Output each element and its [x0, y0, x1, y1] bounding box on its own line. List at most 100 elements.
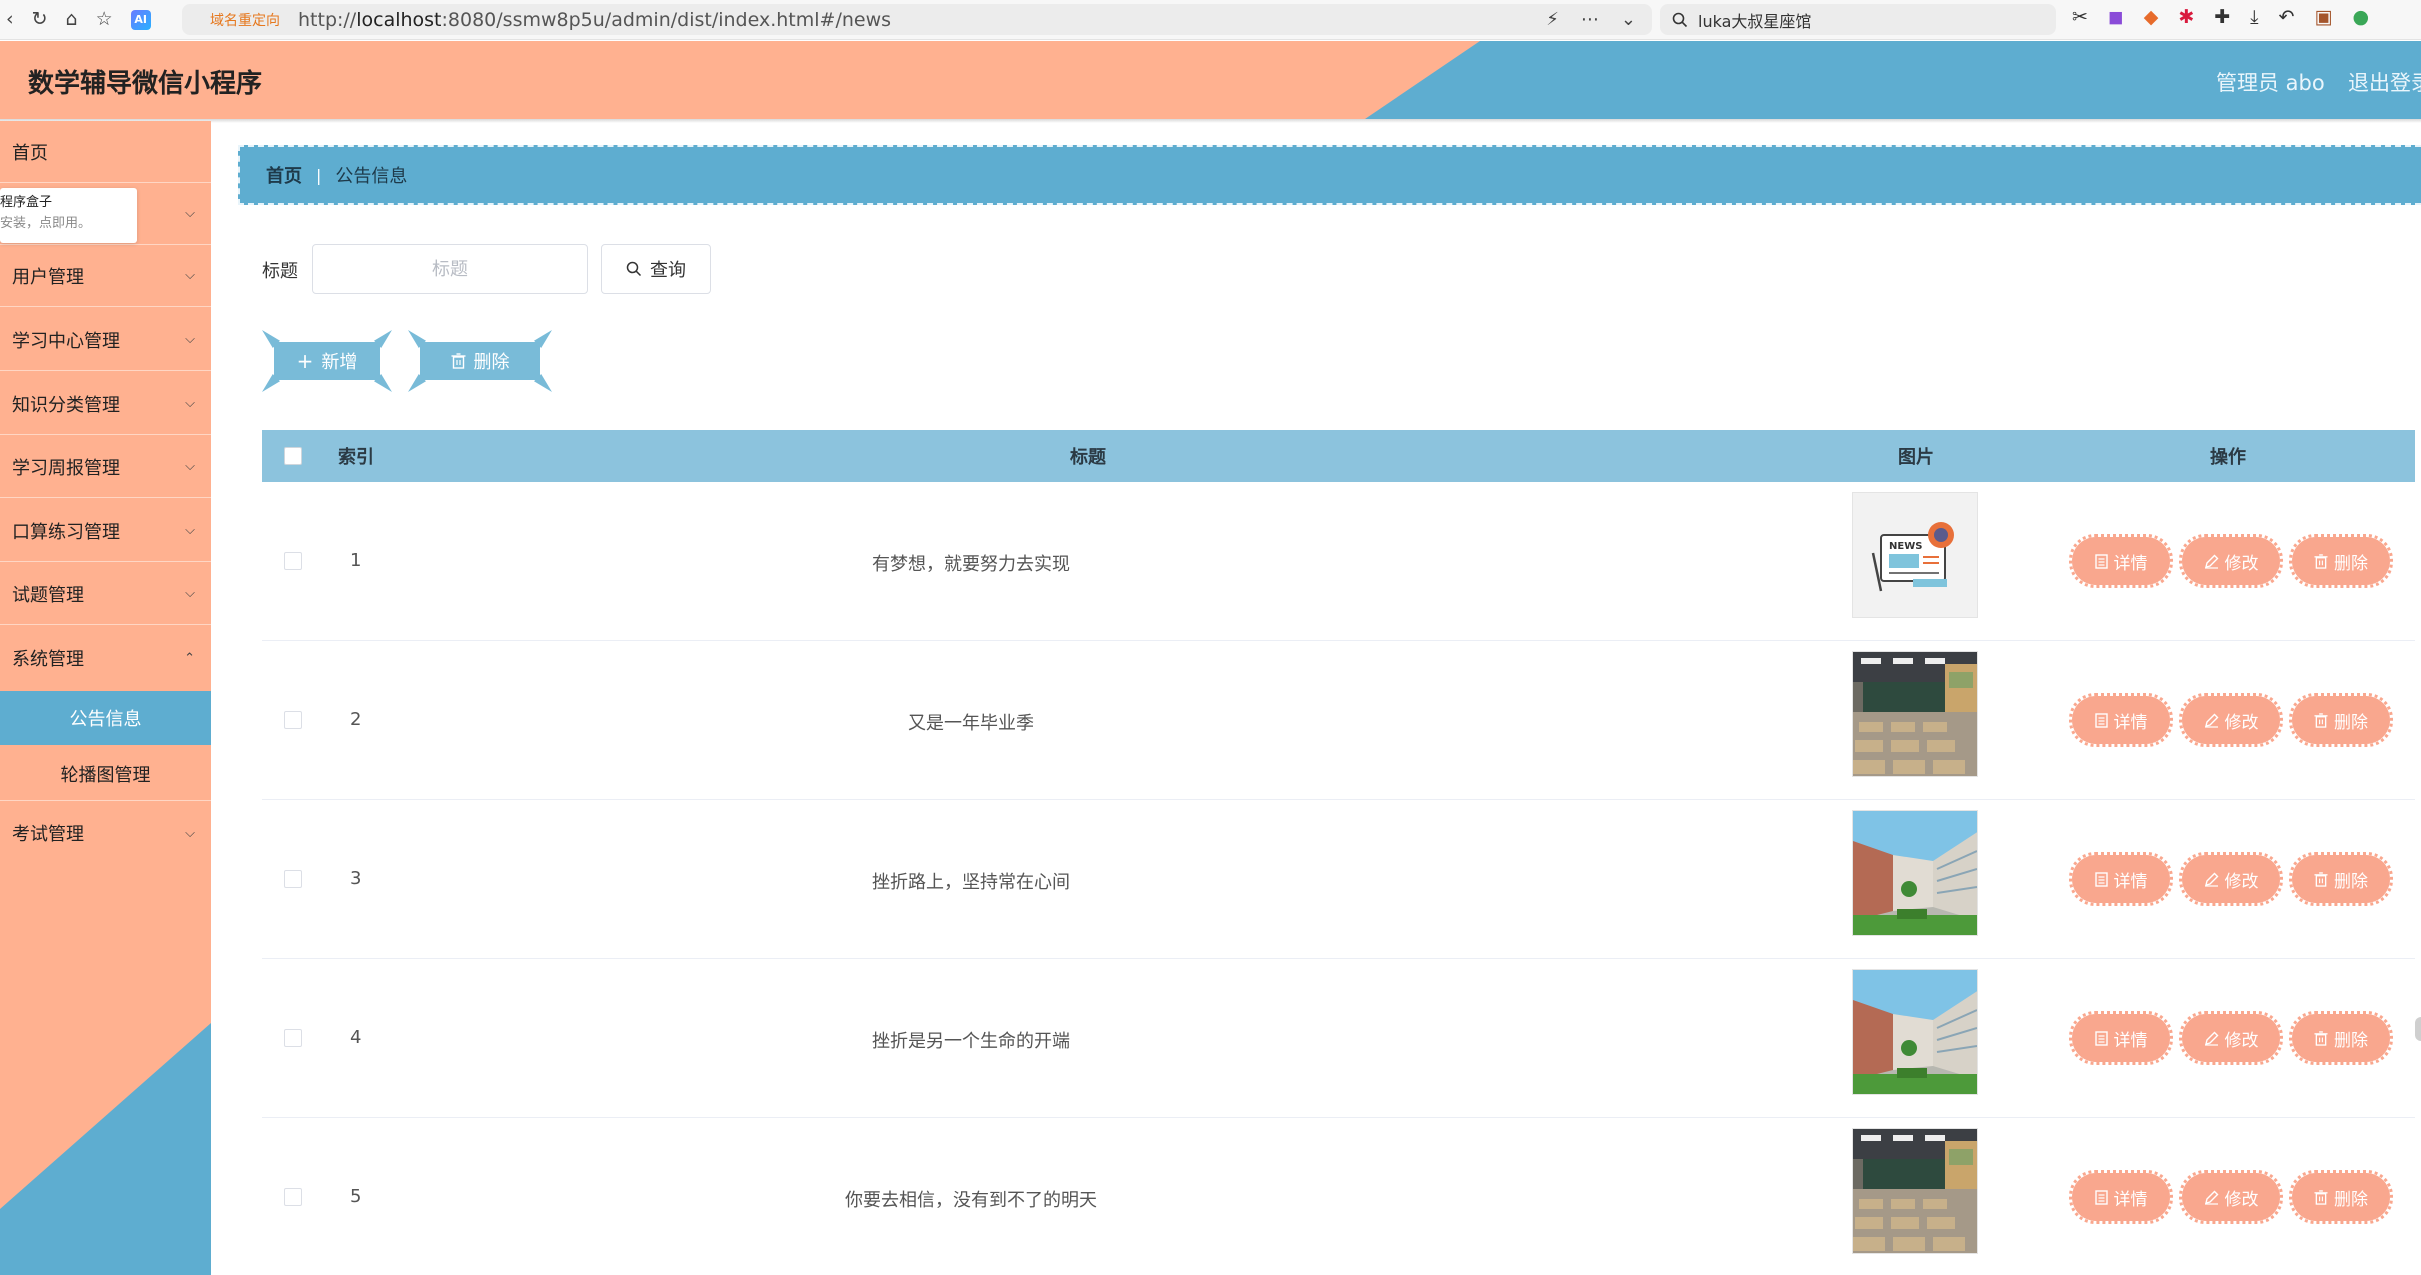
reload-icon[interactable]: ↻: [32, 10, 48, 29]
breadcrumb-home[interactable]: 首页: [266, 162, 302, 188]
row-title: 有梦想，就要努力去实现: [872, 554, 1070, 575]
pencil-icon: [2204, 554, 2218, 569]
briefcase-icon[interactable]: ▣: [2315, 8, 2333, 27]
chevron-up-icon: ⌃: [184, 650, 195, 666]
delete-button[interactable]: 删除: [2289, 852, 2393, 906]
table-header: 索引 标题 图片 操作: [262, 430, 2415, 482]
sidebar-item-label: 知识分类管理: [12, 394, 120, 416]
chevron-down-icon[interactable]: ⌄: [1621, 9, 1636, 30]
admin-label: 管理员 abo: [2216, 71, 2325, 95]
sidebar-item-learning-center[interactable]: 学习中心管理 ⌵: [0, 309, 211, 371]
scroll-handle[interactable]: [2415, 1017, 2421, 1041]
edit-button[interactable]: 修改: [2179, 1011, 2283, 1065]
sidebar-item-knowledge-category[interactable]: 知识分类管理 ⌵: [0, 373, 211, 435]
sidebar-item-label: 学习周报管理: [12, 457, 120, 479]
query-button-label: 查询: [650, 260, 686, 281]
chevron-down-icon: ⌵: [185, 268, 195, 283]
title-search-label: 标题: [262, 261, 298, 282]
column-header-operation: 操作: [2210, 447, 2246, 468]
classroom-photo-image[interactable]: [1852, 651, 1978, 777]
edit-button[interactable]: 修改: [2179, 1170, 2283, 1224]
chevron-down-icon: ⌵: [185, 523, 195, 538]
campus-building-photo-image[interactable]: [1852, 810, 1978, 936]
app-title: 数学辅导微信小程序: [28, 69, 263, 99]
row-title: 你要去相信，没有到不了的明天: [845, 1190, 1097, 1211]
delete-button[interactable]: 删除: [2289, 693, 2393, 747]
sidebar-item-weekly-report[interactable]: 学习周报管理 ⌵: [0, 436, 211, 498]
detail-button[interactable]: 详情: [2069, 693, 2173, 747]
column-header-title: 标题: [1070, 447, 1106, 468]
table-row: 3 挫折路上，坚持常在心间 详情 修改 删除: [262, 800, 2415, 959]
detail-button-label: 详情: [2113, 712, 2148, 733]
edit-button[interactable]: 修改: [2179, 534, 2283, 588]
detail-button[interactable]: 详情: [2069, 852, 2173, 906]
home-icon[interactable]: ⌂: [66, 10, 78, 29]
puzzle-icon[interactable]: ✚: [2214, 8, 2230, 27]
browser-toolbar: ‹ ↻ ⌂ ☆ AI 域名重定向 http://localhost:8080/s…: [0, 0, 2421, 40]
address-bar[interactable]: 域名重定向 http://localhost:8080/ssmw8p5u/adm…: [182, 4, 1652, 35]
trash-icon: [2314, 1189, 2328, 1205]
edit-button-label: 修改: [2224, 553, 2259, 574]
delete-button[interactable]: 删除: [2289, 1170, 2393, 1224]
logout-link[interactable]: 退出登录: [2348, 67, 2421, 97]
add-button[interactable]: + 新增: [262, 330, 392, 392]
sidebar-item-label: 试题管理: [12, 584, 84, 606]
delete-button[interactable]: 删除: [2289, 1011, 2393, 1065]
sidebar-item-exams[interactable]: 考试管理 ⌵: [0, 802, 211, 864]
back-icon[interactable]: ‹: [6, 10, 14, 29]
edit-button[interactable]: 修改: [2179, 852, 2283, 906]
pencil-icon: [2204, 872, 2218, 887]
translate-icon[interactable]: ◼: [2108, 8, 2124, 27]
sidebar-subitem-carousel[interactable]: 轮播图管理: [0, 747, 211, 801]
campus-building-photo: [1853, 811, 1977, 935]
fox-extension-icon[interactable]: ◆: [2144, 8, 2159, 27]
lightning-icon[interactable]: ⚡: [1546, 9, 1559, 30]
more-icon[interactable]: ⋯: [1581, 9, 1599, 30]
sidebar-item-questions[interactable]: 试题管理 ⌵: [0, 563, 211, 625]
batch-delete-button-body[interactable]: 删除: [420, 342, 540, 380]
favorites-icon[interactable]: ☆: [96, 10, 113, 29]
ai-assistant-icon[interactable]: AI: [130, 9, 151, 30]
sidebar-item-users[interactable]: 用户管理 ⌵: [0, 245, 211, 307]
chevron-down-icon: ⌵: [185, 396, 195, 411]
plus-icon: +: [296, 349, 314, 373]
batch-delete-button[interactable]: 删除: [408, 330, 552, 392]
chevron-down-icon: ⌵: [185, 459, 195, 474]
header-shadow: [0, 119, 2421, 123]
news-illustration-image[interactable]: NEWS: [1852, 492, 1978, 618]
sidebar: 首页 ⌵ 程序盒子 安装，点即用。 用户管理 ⌵ 学习中心管理 ⌵ 知识分类管理 ⌵ …: [0, 121, 211, 1275]
delete-button-label: 删除: [2334, 712, 2368, 733]
download-icon[interactable]: ⤓: [2250, 8, 2258, 27]
delete-button-label: 删除: [2334, 871, 2368, 892]
edit-button[interactable]: 修改: [2179, 693, 2283, 747]
browser-nav: ‹ ↻ ⌂ ☆ AI: [0, 9, 178, 30]
profile-icon[interactable]: ●: [2352, 8, 2369, 27]
delete-button[interactable]: 删除: [2289, 534, 2393, 588]
classroom-photo-image[interactable]: [1852, 1128, 1978, 1254]
pencil-icon: [2204, 713, 2218, 728]
scissors-icon[interactable]: ✂: [2072, 8, 2088, 27]
select-all-checkbox[interactable]: [284, 447, 302, 465]
sidebar-item-label: 学习中心管理: [12, 330, 120, 352]
add-button-body[interactable]: + 新增: [274, 342, 380, 380]
detail-button[interactable]: 详情: [2069, 534, 2173, 588]
sidebar-item-oral-arithmetic[interactable]: 口算练习管理 ⌵: [0, 500, 211, 562]
url-text[interactable]: http://localhost:8080/ssmw8p5u/admin/dis…: [298, 9, 891, 31]
query-button[interactable]: 查询: [601, 244, 711, 294]
popup-card[interactable]: 程序盒子 安装，点即用。: [0, 188, 137, 243]
row-title: 挫折是另一个生命的开端: [872, 1031, 1070, 1052]
trash-icon: [2314, 553, 2328, 569]
flower-extension-icon[interactable]: ✱: [2178, 8, 2194, 27]
detail-button[interactable]: 详情: [2069, 1170, 2173, 1224]
sidebar-subitem-announcements[interactable]: 公告信息: [0, 691, 211, 745]
undo-icon[interactable]: ↶: [2279, 8, 2295, 27]
campus-building-photo-image[interactable]: [1852, 969, 1978, 1095]
redirect-tag: 域名重定向: [210, 12, 280, 29]
browser-search[interactable]: luka大叔星座馆: [1660, 4, 2056, 35]
delete-button-label: 删除: [2334, 553, 2368, 574]
sidebar-item-system[interactable]: 系统管理 ⌃: [0, 627, 211, 689]
detail-button[interactable]: 详情: [2069, 1011, 2173, 1065]
document-icon: [2094, 1030, 2108, 1046]
title-search-input[interactable]: [312, 244, 588, 294]
sidebar-item-home[interactable]: 首页: [0, 121, 211, 183]
